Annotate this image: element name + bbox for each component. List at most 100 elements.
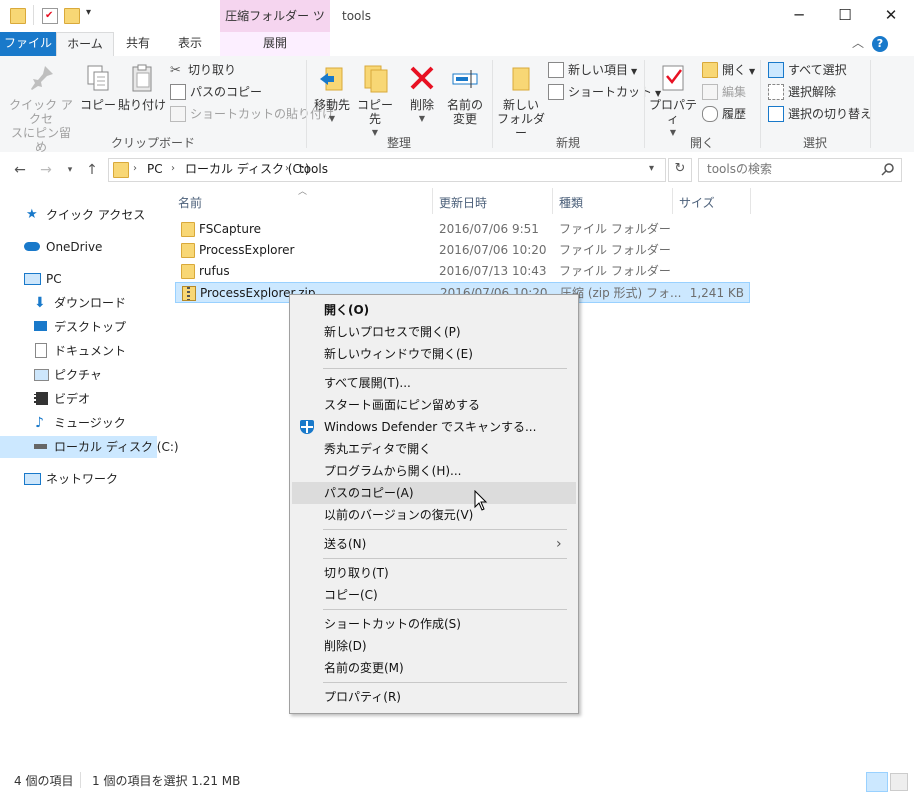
breadcrumb-pc[interactable]: PC [147, 159, 163, 179]
menu-item-open-new-window[interactable]: 新しいウィンドウで開く(E) [292, 343, 576, 365]
menu-item-open-new-process[interactable]: 新しいプロセスで開く(P) [292, 321, 576, 343]
nav-desktop[interactable]: デスクトップ [0, 316, 157, 338]
copy-button[interactable]: コピー [78, 62, 118, 112]
pin-icon [25, 62, 57, 94]
select-none-button[interactable]: 選択解除 [768, 82, 836, 102]
edit-button[interactable]: 編集 [702, 82, 746, 102]
menu-item-open-with[interactable]: プログラムから開く(H)... [292, 460, 576, 482]
group-label-clipboard: クリップボード [110, 136, 195, 150]
copy-to-label: コピー先 [356, 98, 393, 126]
nav-music[interactable]: ♪ ミュージック [0, 412, 157, 434]
nav-pc[interactable]: PC [0, 268, 157, 290]
tab-share[interactable]: 共有 [112, 32, 164, 56]
new-folder-icon [505, 62, 537, 94]
nav-pictures[interactable]: ピクチャ [0, 364, 157, 386]
menu-item-hidemaru[interactable]: 秀丸エディタで開く [292, 438, 576, 460]
edit-label: 編集 [722, 85, 747, 99]
breadcrumb-local-disk[interactable]: ローカル ディスク (C:) [185, 159, 310, 179]
menu-item-rename[interactable]: 名前の変更(M) [292, 657, 576, 679]
chevron-down-icon[interactable]: ▾ [649, 159, 654, 179]
menu-item-open[interactable]: 開く(O) [292, 299, 576, 321]
column-header-name[interactable]: 名前 [178, 192, 202, 214]
shield-icon [300, 420, 314, 434]
menu-item-create-shortcut[interactable]: ショートカットの作成(S) [292, 613, 576, 635]
chevron-down-icon: ▼ [418, 114, 426, 123]
menu-item-copy-path[interactable]: パスのコピー(A) [292, 482, 576, 504]
properties-qa-icon[interactable]: ✔ [42, 8, 58, 24]
breadcrumb-tools[interactable]: tools [299, 159, 328, 179]
recent-locations-icon[interactable]: ▾ [60, 160, 80, 180]
tab-extract[interactable]: 展開 [220, 32, 330, 56]
folder-icon [113, 162, 129, 178]
new-folder-qa-icon[interactable] [64, 8, 80, 24]
tab-file[interactable]: ファイル [0, 32, 56, 56]
properties-button[interactable]: プロパティ ▼ [648, 62, 698, 140]
cut-button[interactable]: ✂ 切り取り [170, 60, 236, 80]
refresh-icon[interactable]: ↻ [668, 158, 692, 182]
desktop-icon [34, 321, 47, 331]
address-bar[interactable]: › PC › ローカル ディスク (C:) › tools ▾ [108, 158, 666, 182]
column-header-size[interactable]: サイズ [679, 192, 715, 214]
forward-arrow-icon[interactable]: → [36, 160, 56, 180]
delete-button[interactable]: 削除 ▼ [402, 62, 442, 126]
menu-item-pin-to-start[interactable]: スタート画面にピン留めする [292, 394, 576, 416]
menu-item-properties[interactable]: プロパティ(R) [292, 686, 576, 708]
close-button[interactable]: ✕ [868, 0, 914, 32]
nav-local-disk[interactable]: ローカル ディスク (C:) [0, 436, 179, 458]
new-folder-button[interactable]: 新しい フォルダー [496, 62, 546, 140]
search-input[interactable]: toolsの検索 [698, 158, 902, 182]
copy-to-button[interactable]: コピー先 ▼ [354, 62, 396, 140]
menu-item-extract-all[interactable]: すべて展開(T)... [292, 372, 576, 394]
nav-network[interactable]: ネットワーク [0, 468, 157, 490]
menu-item-restore-previous[interactable]: 以前のバージョンの復元(V) [292, 504, 576, 526]
file-name: ProcessExplorer [199, 243, 295, 257]
menu-item-copy[interactable]: コピー(C) [292, 584, 576, 606]
help-icon[interactable]: ? [872, 36, 888, 52]
open-label: 開く [722, 63, 747, 77]
nav-documents[interactable]: ドキュメント [0, 340, 157, 362]
column-header-modified[interactable]: 更新日時 [439, 192, 487, 214]
document-icon [35, 343, 47, 358]
paste-button[interactable]: 貼り付け [118, 62, 166, 112]
new-item-button[interactable]: 新しい項目 ▼ [548, 60, 637, 80]
search-icon[interactable] [881, 162, 895, 179]
menu-item-defender-scan[interactable]: Windows Defender でスキャンする... [292, 416, 576, 438]
rename-button[interactable]: 名前の 変更 [444, 62, 486, 126]
minimize-button[interactable]: ─ [776, 0, 822, 32]
large-icons-view-icon[interactable] [890, 773, 908, 791]
window-title: tools [342, 9, 371, 23]
move-to-button[interactable]: 移動先 ▼ [310, 62, 354, 126]
table-row[interactable]: FSCapture 2016/07/06 9:51 ファイル フォルダー [175, 219, 748, 239]
nav-quick-access[interactable]: ★ クイック アクセス [0, 204, 157, 226]
details-view-icon[interactable] [866, 772, 888, 792]
divider [672, 188, 673, 214]
network-icon [24, 473, 41, 485]
table-row[interactable]: rufus 2016/07/13 10:43 ファイル フォルダー [175, 261, 748, 281]
qa-dropdown-icon[interactable]: ▾ [86, 7, 100, 21]
file-modified: 2016/07/06 10:20 [439, 243, 547, 257]
history-button[interactable]: 履歴 [702, 104, 746, 124]
up-arrow-icon[interactable]: ↑ [82, 160, 102, 180]
open-button[interactable]: 開く ▼ [702, 60, 755, 80]
collapse-ribbon-icon[interactable]: ︿ [848, 32, 868, 56]
maximize-button[interactable]: ☐ [822, 0, 868, 32]
table-row[interactable]: ProcessExplorer 2016/07/06 10:20 ファイル フォ… [175, 240, 748, 260]
nav-onedrive[interactable]: OneDrive [0, 236, 157, 258]
menu-item-send-to[interactable]: 送る(N) › [292, 533, 576, 555]
column-header-type[interactable]: 種類 [559, 192, 583, 214]
tab-home[interactable]: ホーム [56, 32, 114, 57]
menu-item-cut[interactable]: 切り取り(T) [292, 562, 576, 584]
divider [750, 188, 751, 214]
nav-videos[interactable]: ビデオ [0, 388, 157, 410]
select-all-button[interactable]: すべて選択 [768, 60, 847, 80]
file-type: ファイル フォルダー [559, 222, 671, 236]
tab-view[interactable]: 表示 [164, 32, 216, 56]
back-arrow-icon[interactable]: ← [10, 160, 30, 180]
invert-selection-button[interactable]: 選択の切り替え [768, 104, 872, 124]
drive-icon [34, 444, 47, 449]
menu-item-delete[interactable]: 削除(D) [292, 635, 576, 657]
copy-path-button[interactable]: パスのコピー [170, 82, 262, 102]
nav-downloads[interactable]: ⬇ ダウンロード [0, 292, 157, 314]
divider [323, 368, 567, 369]
divider [432, 188, 433, 214]
